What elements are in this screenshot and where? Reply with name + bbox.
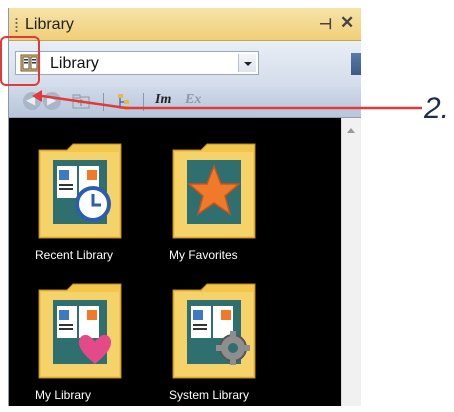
library-selector-row: Library (9, 41, 361, 87)
library-item-my-library[interactable]: My Library (35, 282, 155, 412)
recent-library-icon (38, 143, 122, 239)
library-item-favorites[interactable]: My Favorites (169, 142, 289, 272)
scroll-up-arrow-icon[interactable] (347, 128, 355, 133)
close-icon[interactable]: ✕ (340, 13, 354, 33)
library-item-label: My Library (35, 388, 92, 402)
panel-title-bar[interactable]: Library ⊣ ✕ (9, 8, 361, 41)
favorites-star-icon (172, 143, 256, 239)
library-item-recent[interactable]: Recent Library (35, 142, 155, 272)
chevron-down-icon[interactable] (238, 54, 256, 72)
library-content-area: Recent Library My Favorites My Library S… (9, 118, 341, 406)
library-item-label: System Library (169, 388, 250, 402)
my-library-heart-icon (38, 283, 122, 379)
callout-number: 2. (424, 92, 450, 125)
library-item-system[interactable]: System Library (169, 282, 289, 412)
toolbar-overflow-icon[interactable] (351, 53, 361, 75)
callout-highlight-box (0, 36, 40, 86)
drag-grip-icon[interactable] (15, 17, 18, 33)
pin-icon[interactable]: ⊣ (319, 15, 332, 33)
library-item-label: Recent Library (35, 248, 114, 262)
library-panel: Library ⊣ ✕ Library ◀ ▶ Im Ex Recent Lib… (8, 8, 361, 406)
system-library-gear-icon (172, 283, 256, 379)
vertical-scrollbar[interactable] (341, 118, 361, 406)
callout-arrow (32, 90, 422, 110)
library-dropdown[interactable]: Library (15, 51, 259, 75)
library-dropdown-value: Library (50, 55, 99, 72)
panel-title: Library (25, 16, 74, 33)
library-item-label: My Favorites (169, 248, 238, 262)
